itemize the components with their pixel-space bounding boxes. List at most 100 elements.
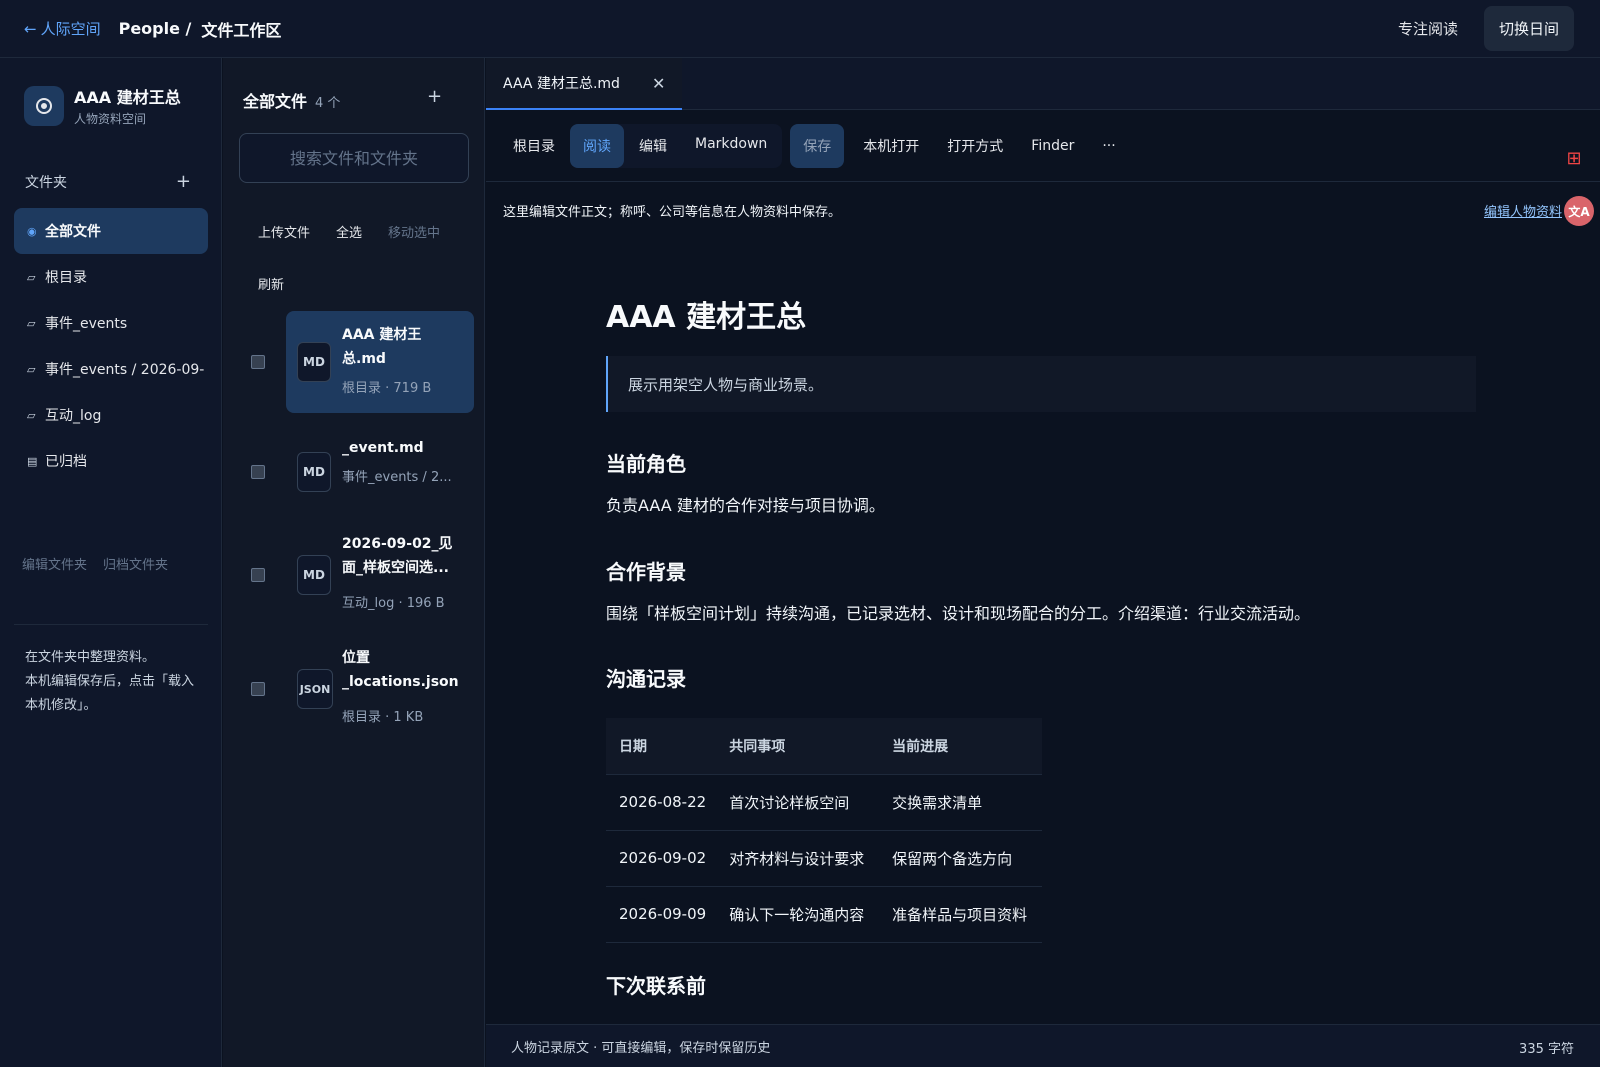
file-card[interactable]: MD 2026-09-02_见面_样板空间选... 互动_log · 196 B bbox=[286, 530, 474, 620]
more-menu-button[interactable]: ··· bbox=[1089, 126, 1128, 166]
refresh-button[interactable]: 刷新 bbox=[258, 274, 284, 293]
file-name: 2026-09-02_见面_样板空间选... bbox=[342, 536, 453, 576]
sidebar-note: 在文件夹中整理资料。 本机编辑保存后，点击「载入本机修改」。 bbox=[25, 646, 205, 718]
avatar bbox=[24, 85, 64, 126]
search-input[interactable] bbox=[239, 133, 469, 183]
radio-dot-icon bbox=[38, 99, 50, 112]
json-file-icon: JSON bbox=[297, 669, 333, 709]
breadcrumb-current: 文件工作区 bbox=[201, 20, 282, 40]
table-cell: 准备样品与项目资料 bbox=[879, 885, 1042, 943]
mode-switch: 阅读 编辑 Markdown bbox=[570, 123, 783, 168]
file-card[interactable]: MD _event.md 事件_events / 2... bbox=[286, 430, 474, 520]
sidebar: AAA 建材王总 人物资料空间 文件夹 + ◉ 全部文件 ▱ 根目录 ▱ 事件_… bbox=[0, 58, 222, 1067]
file-meta: 根目录 · 1 KB bbox=[342, 710, 424, 725]
hint-text: 这里编辑文件正文；称呼、公司等信息在人物资料中保存。 bbox=[503, 204, 842, 220]
file-card[interactable]: MD AAA 建材王总.md 根目录 · 719 B bbox=[286, 311, 474, 413]
file-name: AAA 建材王总.md bbox=[342, 327, 422, 367]
hint-bar: 这里编辑文件正文；称呼、公司等信息在人物资料中保存。 编辑人物资料 bbox=[486, 182, 1600, 238]
folder-icon: ▱ bbox=[27, 362, 36, 376]
upload-file-button[interactable]: 上传文件 bbox=[258, 222, 310, 241]
list-item: MD AAA 建材王总.md 根目录 · 719 B bbox=[223, 311, 485, 413]
widget-grid-icon[interactable]: ⊞ bbox=[1562, 146, 1586, 170]
translate-icon[interactable]: 文A bbox=[1564, 196, 1594, 226]
sidebar-item-log[interactable]: ▱ 互动_log bbox=[14, 392, 208, 438]
focus-reading-button[interactable]: 专注阅读 bbox=[1386, 8, 1470, 49]
table-cell: 交换需求清单 bbox=[879, 773, 1042, 830]
table-row: 2026-09-09 确认下一轮沟通内容 准备样品与项目资料 bbox=[606, 885, 1042, 943]
folders-heading-row: 文件夹 + bbox=[25, 172, 191, 192]
profile-subtitle: 人物资料空间 bbox=[74, 112, 147, 126]
table-row: 2026-09-02 对齐材料与设计要求 保留两个备选方向 bbox=[606, 829, 1042, 886]
table-cell: 2026-08-22 bbox=[606, 773, 717, 830]
divider bbox=[14, 624, 208, 625]
back-link[interactable]: ← 人际空间 bbox=[24, 18, 101, 39]
save-button[interactable]: 保存 bbox=[790, 123, 845, 168]
markdown-mode-button[interactable]: Markdown bbox=[682, 124, 780, 168]
sidebar-item-label: 全部文件 bbox=[45, 224, 101, 240]
sidebar-item-label: 互动_log bbox=[45, 408, 102, 424]
sidebar-note-line: 在文件夹中整理资料。 bbox=[25, 650, 156, 665]
file-name: _event.md bbox=[342, 440, 424, 456]
sidebar-item-archived[interactable]: ▤ 已归档 bbox=[14, 438, 208, 484]
tab-bar: AAA 建材王总.md ✕ bbox=[486, 58, 1600, 110]
heading-log: 沟通记录 bbox=[606, 667, 686, 691]
read-mode-button[interactable]: 阅读 bbox=[570, 123, 624, 168]
file-meta: 互动_log · 196 B bbox=[342, 596, 445, 611]
table-cell: 确认下一轮沟通内容 bbox=[716, 885, 880, 943]
file-checkbox[interactable] bbox=[251, 682, 265, 696]
file-checkbox[interactable] bbox=[251, 568, 265, 582]
sidebar-item-all-files[interactable]: ◉ 全部文件 bbox=[14, 208, 208, 254]
file-card[interactable]: JSON 位置_locations.json 根目录 · 1 KB bbox=[286, 644, 474, 734]
file-list-header: 全部文件 4 个 bbox=[243, 88, 340, 112]
folders-heading: 文件夹 bbox=[25, 175, 67, 191]
profile-name: AAA 建材王总 bbox=[74, 88, 181, 107]
back-link-label: 人际空间 bbox=[40, 20, 101, 38]
list-item: MD 2026-09-02_见面_样板空间选... 互动_log · 196 B bbox=[223, 530, 485, 620]
file-checkbox[interactable] bbox=[251, 355, 265, 369]
arrow-left-icon: ← bbox=[24, 19, 37, 38]
sidebar-item-root[interactable]: ▱ 根目录 bbox=[14, 254, 208, 300]
status-bar: 人物记录原文 · 可直接编辑，保存时保留历史 335 字符 bbox=[486, 1024, 1600, 1067]
edit-folder-button[interactable]: 编辑文件夹 bbox=[22, 554, 87, 573]
markdown-file-icon: MD bbox=[297, 342, 331, 382]
paragraph-role: 负责AAA 建材的合作对接与项目协调。 bbox=[606, 496, 885, 515]
heading-role: 当前角色 bbox=[606, 452, 686, 476]
paragraph-background: 围绕「样板空间计划」持续沟通，已记录选材、设计和现场配合的分工。介绍渠道：行业交… bbox=[606, 604, 1311, 623]
sidebar-item-label: 事件_events / 2026-09- bbox=[45, 362, 205, 378]
table-cell: 首次讨论样板空间 bbox=[716, 773, 880, 830]
open-local-button[interactable]: 本机打开 bbox=[850, 124, 932, 168]
list-item: JSON 位置_locations.json 根目录 · 1 KB bbox=[223, 644, 485, 734]
sidebar-item-events-subfolder[interactable]: ▱ 事件_events / 2026-09- bbox=[14, 346, 208, 392]
file-count: 4 个 bbox=[315, 96, 341, 111]
profile-header: AAA 建材王总 人物资料空间 bbox=[24, 84, 181, 127]
file-checkbox[interactable] bbox=[251, 465, 265, 479]
add-file-icon[interactable]: + bbox=[427, 88, 442, 106]
folder-list: ◉ 全部文件 ▱ 根目录 ▱ 事件_events ▱ 事件_events / 2… bbox=[14, 208, 208, 484]
add-folder-icon[interactable]: + bbox=[176, 173, 191, 191]
archive-folder-button[interactable]: 归档文件夹 bbox=[103, 554, 168, 573]
table-header: 共同事项 bbox=[716, 718, 880, 774]
editor-pane: AAA 建材王总.md ✕ 根目录 阅读 编辑 Markdown 保存 本机打开… bbox=[486, 58, 1600, 1067]
char-count: 335 字符 bbox=[1519, 1042, 1574, 1057]
folder-icon: ▱ bbox=[27, 270, 36, 284]
close-icon[interactable]: ✕ bbox=[652, 74, 665, 93]
tab-label: AAA 建材王总.md bbox=[503, 76, 620, 92]
day-mode-button[interactable]: 切换日间 bbox=[1483, 6, 1574, 51]
edit-profile-link[interactable]: 编辑人物资料 bbox=[1484, 201, 1570, 220]
root-button[interactable]: 根目录 bbox=[500, 124, 568, 168]
sidebar-item-events[interactable]: ▱ 事件_events bbox=[14, 300, 208, 346]
select-all-button[interactable]: 全选 bbox=[336, 222, 362, 241]
finder-button[interactable]: Finder bbox=[1018, 126, 1087, 166]
move-selected-button[interactable]: 移动选中 bbox=[388, 222, 440, 241]
edit-mode-button[interactable]: 编辑 bbox=[626, 124, 680, 168]
breadcrumb-root[interactable]: People / bbox=[119, 19, 192, 38]
sidebar-item-label: 根目录 bbox=[45, 270, 87, 286]
editor-toolbar: 根目录 阅读 编辑 Markdown 保存 本机打开 打开方式 Finder ·… bbox=[486, 110, 1600, 182]
file-name: 位置_locations.json bbox=[342, 650, 459, 690]
heading-next-contact: 下次联系前 bbox=[606, 974, 706, 998]
open-with-button[interactable]: 打开方式 bbox=[934, 124, 1016, 168]
list-item: MD _event.md 事件_events / 2... bbox=[223, 430, 485, 520]
blockquote: 展示用架空人物与商业场景。 bbox=[606, 356, 1476, 412]
radio-dot-icon: ◉ bbox=[27, 224, 37, 238]
folder-actions: 编辑文件夹 归档文件夹 bbox=[22, 554, 168, 573]
